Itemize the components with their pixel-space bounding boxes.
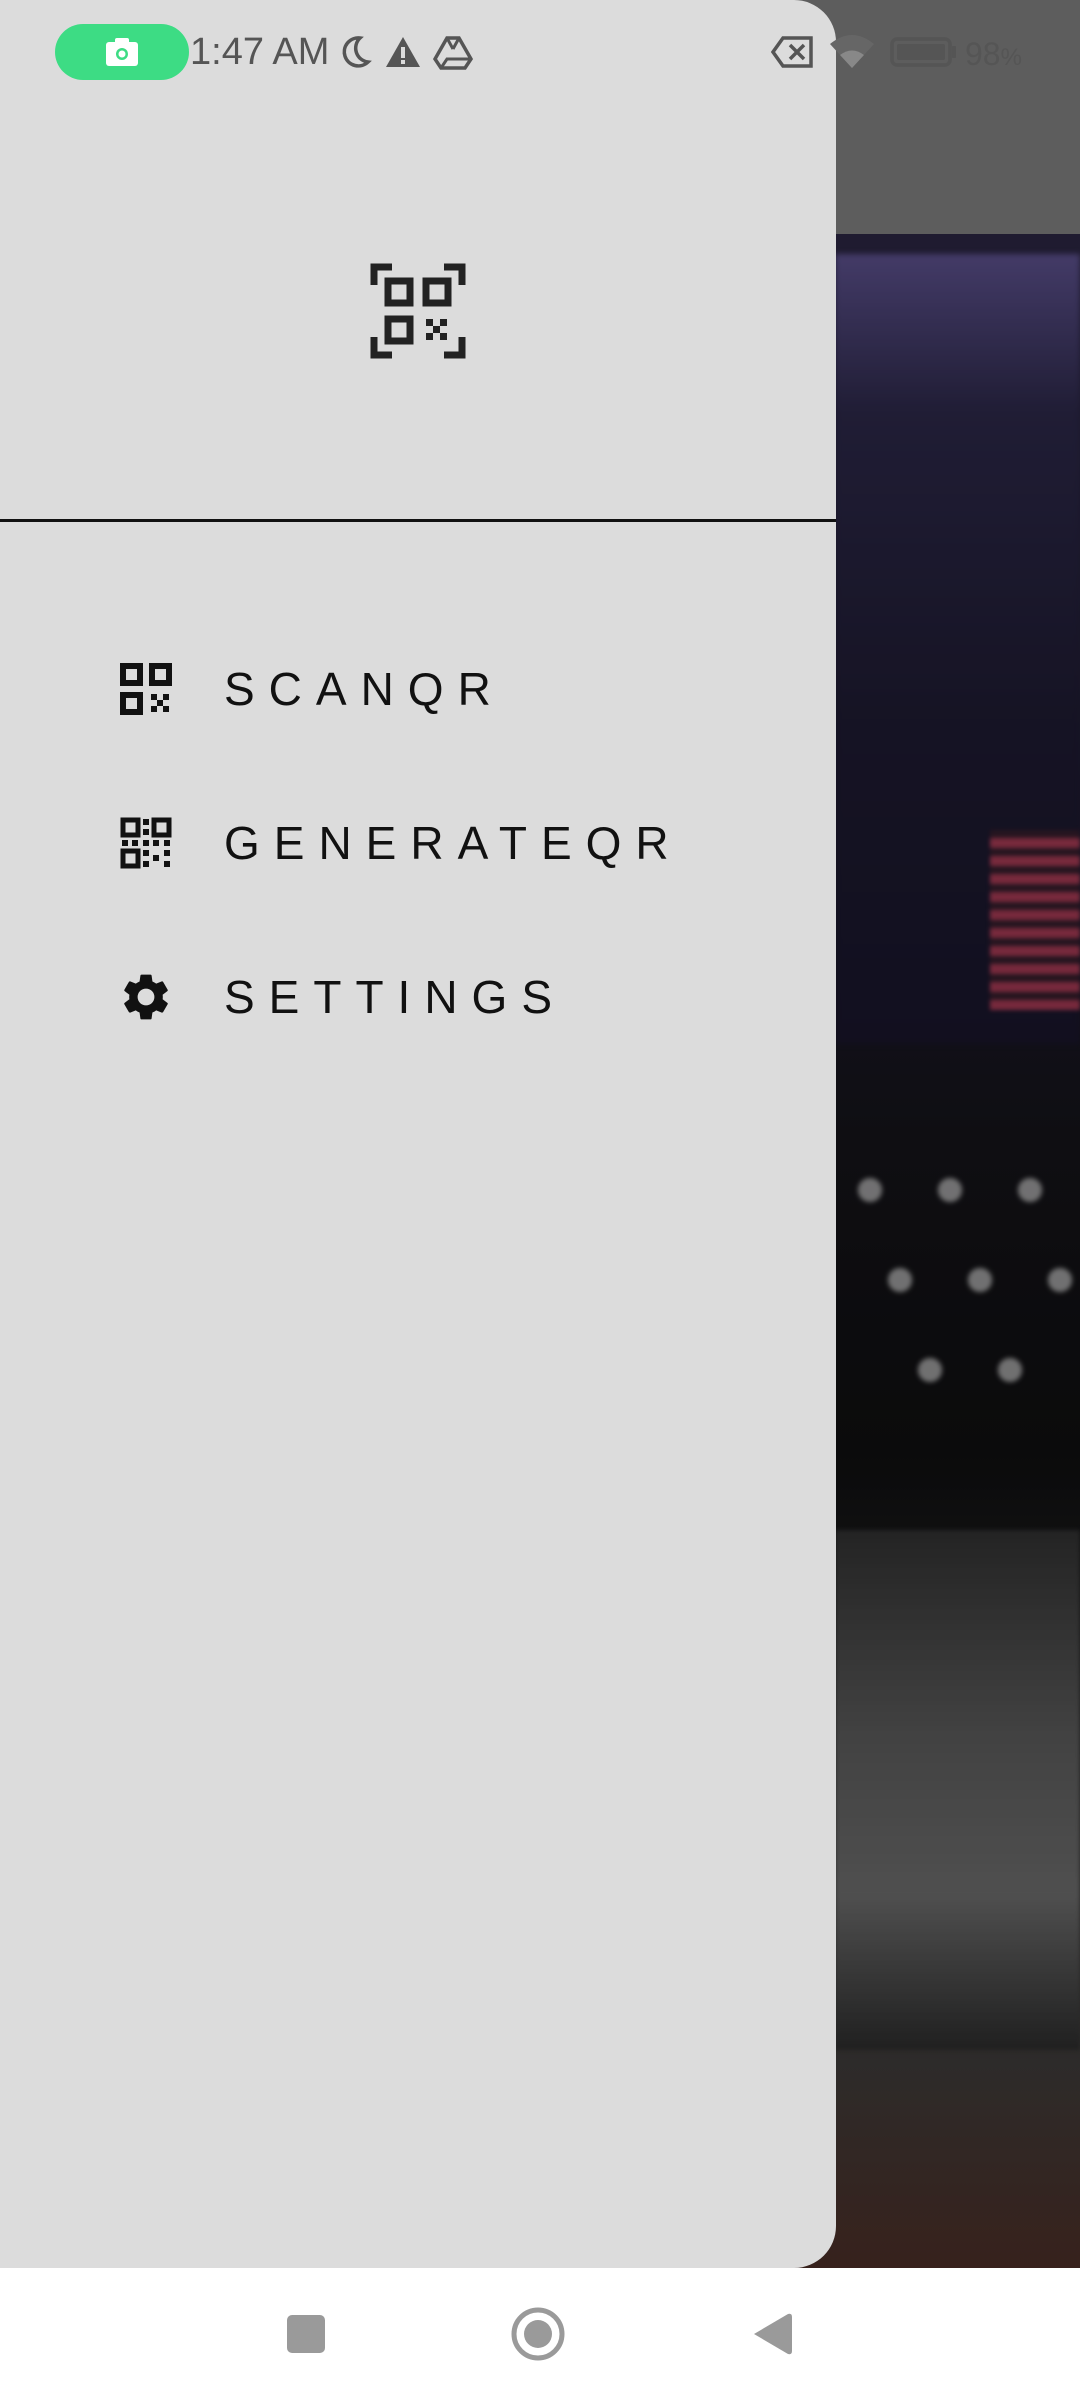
camera-icon [106,38,138,66]
wifi-icon [830,35,874,68]
menu-item-scanqr[interactable]: SCANQR [0,634,836,744]
qr-code-generate-icon [118,815,174,871]
qr-scan-icon [370,263,466,359]
navigation-drawer: SCANQR GENERATEQR SETTINGS [0,0,836,2268]
system-navigation-bar [0,2268,1080,2400]
home-button[interactable] [506,2302,570,2366]
drive-icon [433,36,473,70]
status-bar: 1:47 AM 98% [0,0,1080,104]
camera-in-use-indicator[interactable] [55,24,189,80]
back-triangle-icon [754,2313,792,2355]
battery-icon [890,37,956,67]
square-icon [287,2315,325,2353]
recents-button[interactable] [274,2302,338,2366]
menu-item-generateqr[interactable]: GENERATEQR [0,788,836,898]
battery-percent: 98% [965,36,1022,72]
moon-icon [342,36,372,68]
qr-code-icon [118,661,174,717]
menu-item-label: GENERATEQR [224,817,683,869]
back-button[interactable] [740,2302,804,2366]
warning-icon [386,37,420,67]
menu-item-settings[interactable]: SETTINGS [0,942,836,1052]
clock: 1:47 AM [190,31,330,73]
menu-item-label: SCANQR [224,663,505,715]
no-sim-icon [771,36,813,68]
circle-icon [511,2307,565,2361]
gear-icon [118,969,174,1025]
drawer-divider [0,519,836,522]
menu-item-label: SETTINGS [224,971,567,1023]
